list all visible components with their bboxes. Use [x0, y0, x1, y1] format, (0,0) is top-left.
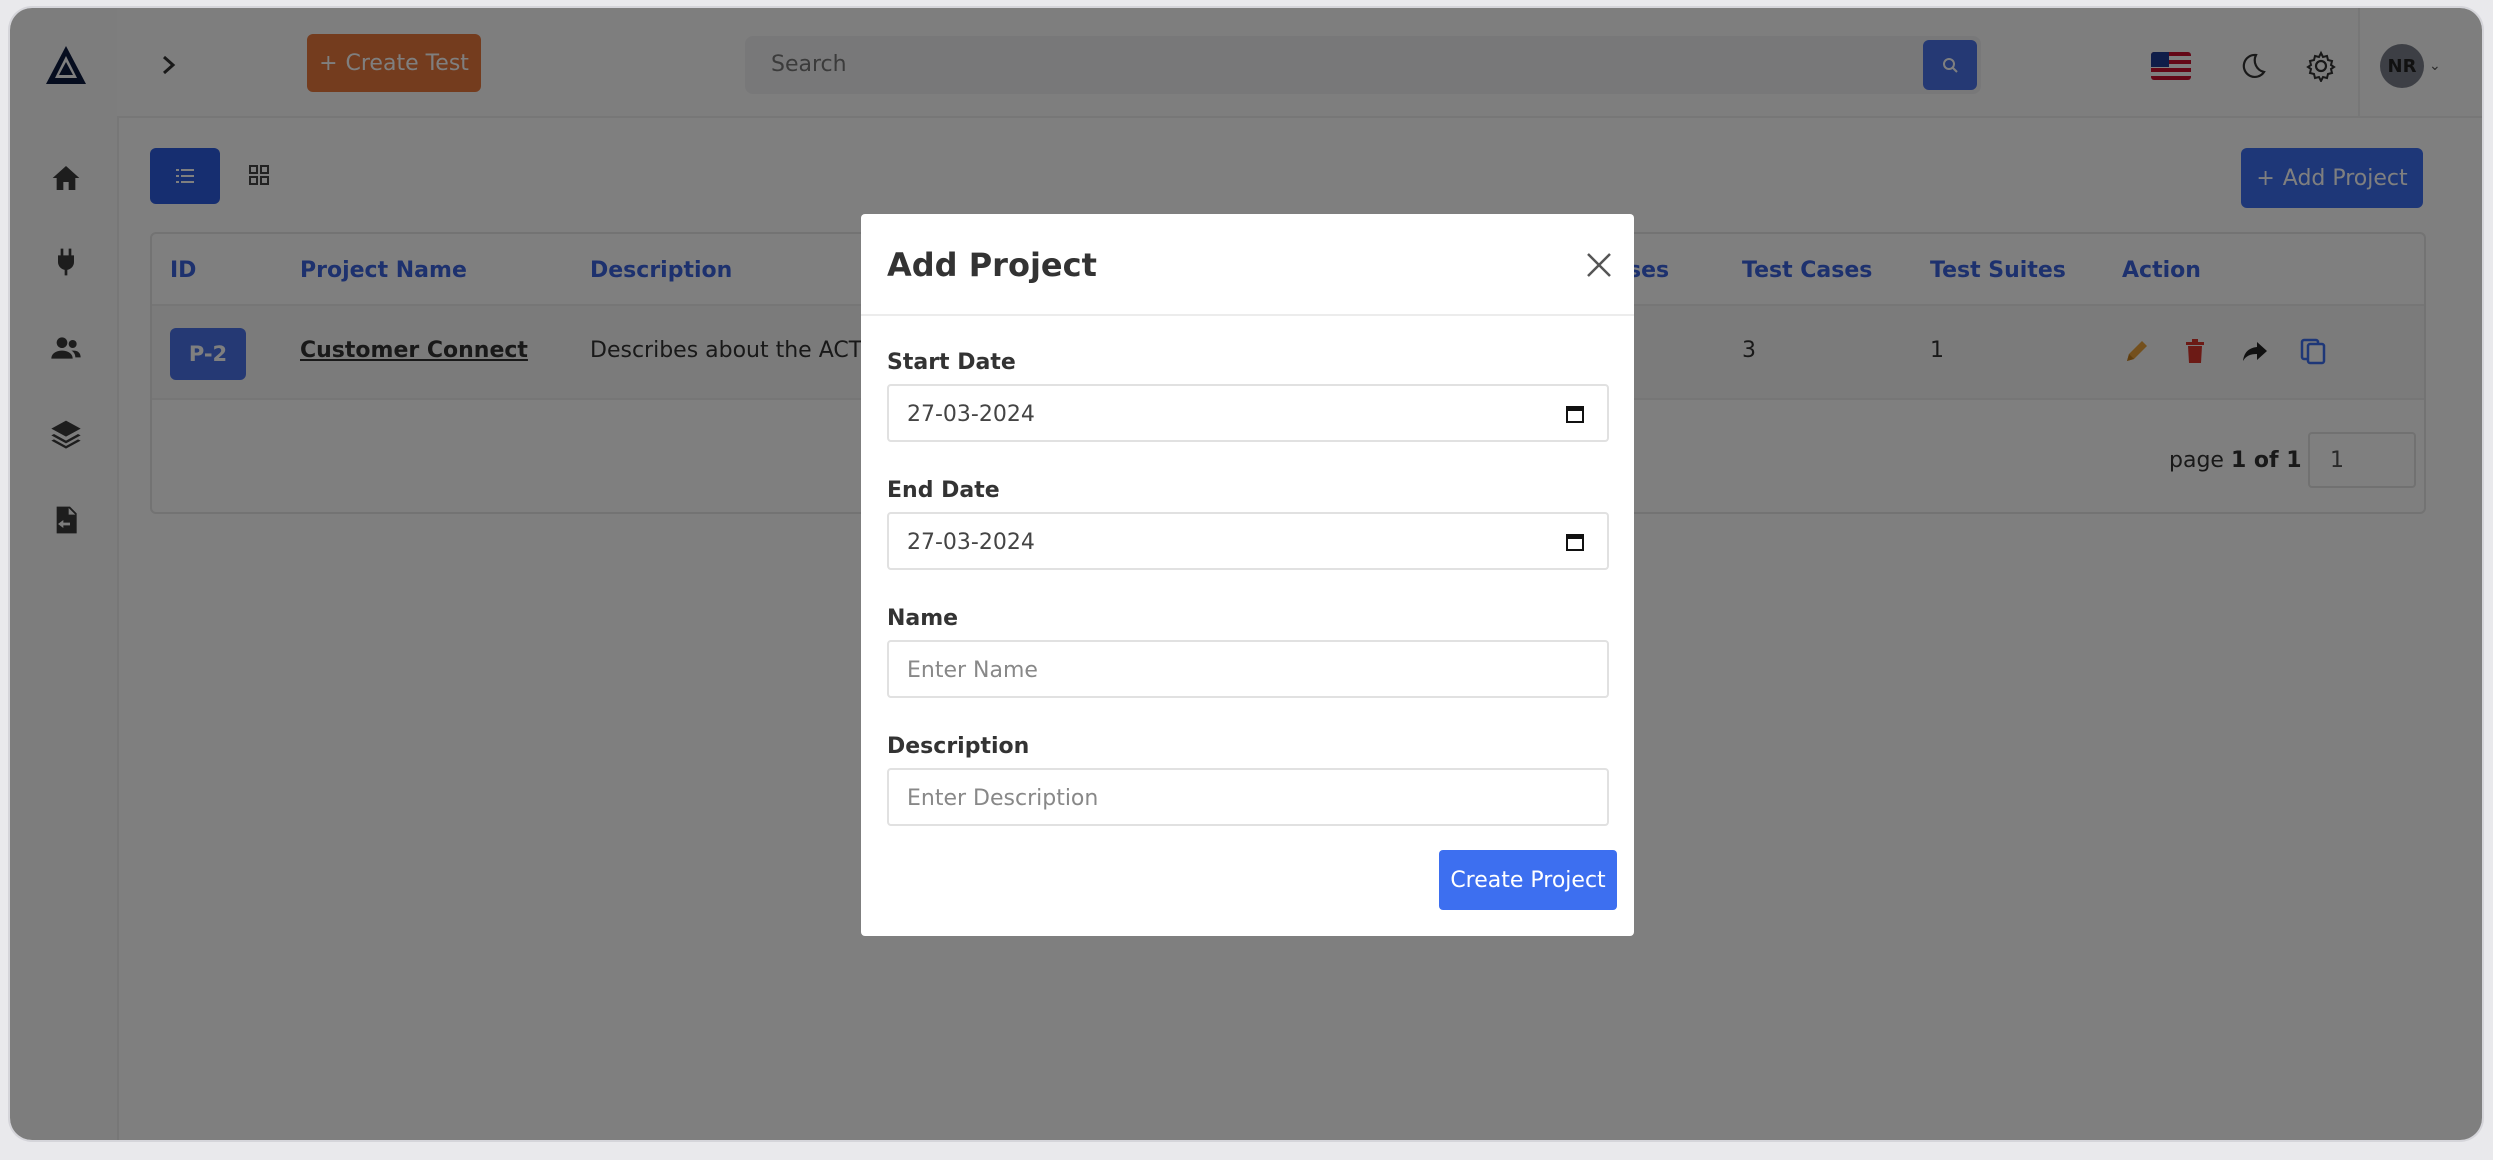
description-placeholder: Enter Description — [907, 786, 1099, 811]
start-date-label: Start Date — [887, 350, 1016, 375]
start-date-value: 27-03-2024 — [907, 402, 1035, 427]
description-label: Description — [887, 734, 1030, 759]
close-icon[interactable] — [1584, 250, 1614, 280]
add-project-modal: Add Project Start Date 27-03-2024 End Da… — [861, 214, 1634, 936]
end-date-field[interactable]: 27-03-2024 — [887, 512, 1609, 570]
end-date-label: End Date — [887, 478, 1000, 503]
description-input[interactable]: Enter Description — [887, 768, 1609, 826]
name-placeholder: Enter Name — [907, 658, 1038, 683]
name-input[interactable]: Enter Name — [887, 640, 1609, 698]
calendar-icon[interactable] — [1565, 532, 1585, 552]
end-date-value: 27-03-2024 — [907, 530, 1035, 555]
start-date-field[interactable]: 27-03-2024 — [887, 384, 1609, 442]
app-window: + Create Test Search NR ⌄ — [10, 8, 2482, 1140]
create-project-button[interactable]: Create Project — [1439, 850, 1617, 910]
modal-header: Add Project — [861, 214, 1634, 316]
name-label: Name — [887, 606, 959, 631]
calendar-icon[interactable] — [1565, 404, 1585, 424]
modal-title: Add Project — [887, 246, 1097, 284]
